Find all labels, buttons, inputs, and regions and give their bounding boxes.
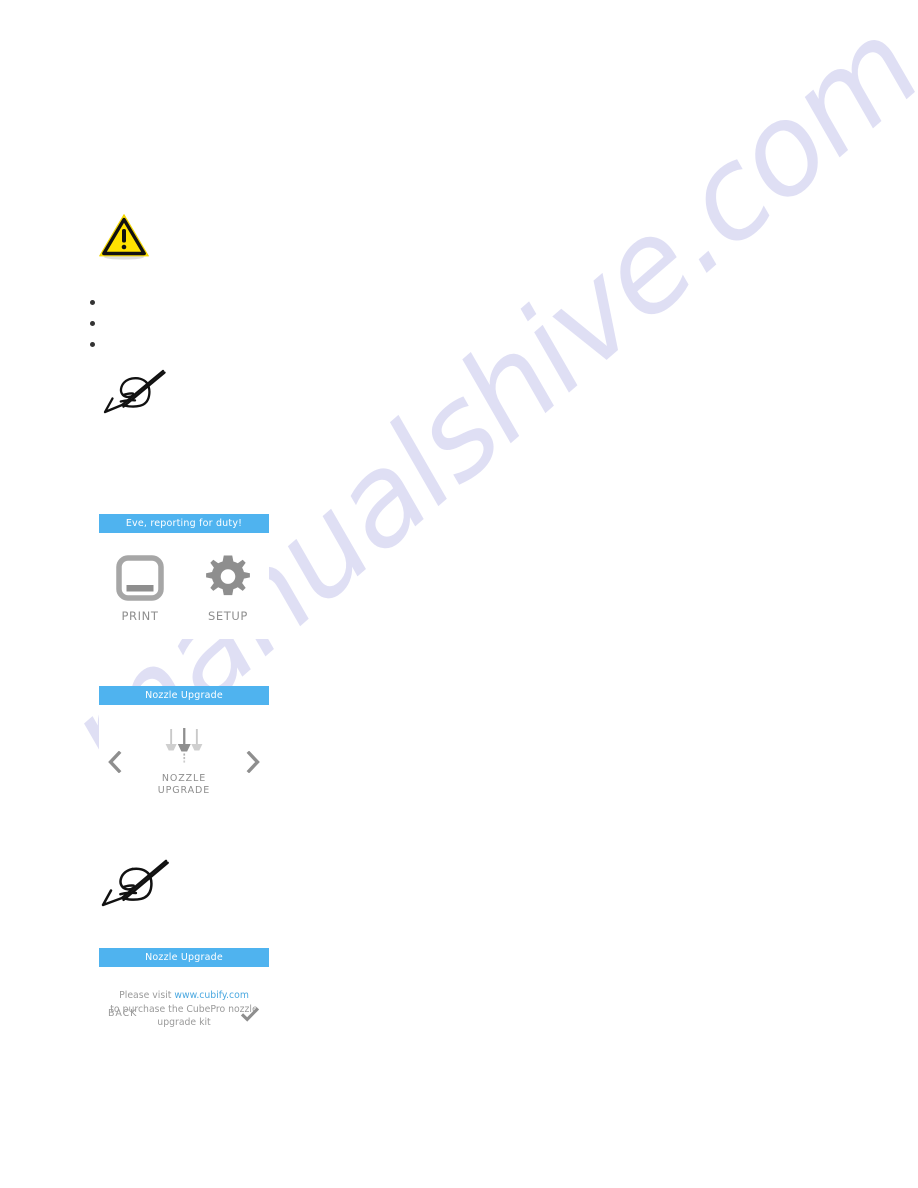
- panel-nozzle-header: Nozzle Upgrade: [99, 686, 269, 705]
- home-tile-setup[interactable]: SETUP: [197, 553, 259, 623]
- note-pen-icon: [102, 368, 168, 414]
- home-tile-print-label: PRINT: [121, 609, 159, 623]
- note-pen-icon: [100, 858, 172, 908]
- checkmark-icon[interactable]: [240, 1006, 260, 1022]
- carousel-item-label-line1: NOZZLE: [161, 773, 207, 784]
- gear-icon: [203, 553, 253, 603]
- list-item: [78, 292, 678, 313]
- visit-message-prefix: Please visit: [119, 990, 175, 1001]
- print-icon: [115, 553, 165, 603]
- home-tile-print[interactable]: PRINT: [109, 553, 171, 623]
- list-item: [78, 334, 678, 355]
- carousel: NOZZLE UPGRADE: [99, 705, 269, 797]
- carousel-item-label: NOZZLE UPGRADE: [158, 773, 210, 797]
- carousel-item-nozzle-upgrade[interactable]: NOZZLE UPGRADE: [123, 727, 245, 797]
- lcd-panel-nozzle-visit: Nozzle Upgrade Please visit www.cubify.c…: [99, 948, 269, 1076]
- panel-nozzle-body: NOZZLE UPGRADE: [99, 705, 269, 797]
- document-page: Eve, reporting for duty! PRINT SETUP Noz…: [0, 0, 918, 1188]
- list-item: [78, 313, 678, 334]
- panel-home-body: PRINT SETUP: [99, 533, 269, 623]
- back-button[interactable]: BACK: [108, 1008, 137, 1019]
- lcd-panel-home: Eve, reporting for duty! PRINT SETUP: [99, 514, 269, 639]
- panel-home-header: Eve, reporting for duty!: [99, 514, 269, 533]
- chevron-right-icon[interactable]: [245, 751, 261, 773]
- warning-triangle-icon: [98, 212, 150, 260]
- panel-visit-body: Please visit www.cubify.com to purchase …: [99, 967, 269, 1030]
- visit-footer: BACK: [99, 1006, 269, 1022]
- nozzle-upgrade-icon: [161, 727, 207, 765]
- lcd-panel-nozzle-carousel: Nozzle Upgrade NOZZLE UPGRADE: [99, 686, 269, 806]
- carousel-item-label-line2: UPGRADE: [157, 785, 211, 796]
- chevron-left-icon[interactable]: [107, 751, 123, 773]
- bullet-list: [78, 292, 678, 355]
- home-tile-row: PRINT SETUP: [99, 533, 269, 623]
- home-tile-setup-label: SETUP: [208, 609, 248, 623]
- cubify-link[interactable]: www.cubify.com: [174, 990, 249, 1001]
- panel-visit-header: Nozzle Upgrade: [99, 948, 269, 967]
